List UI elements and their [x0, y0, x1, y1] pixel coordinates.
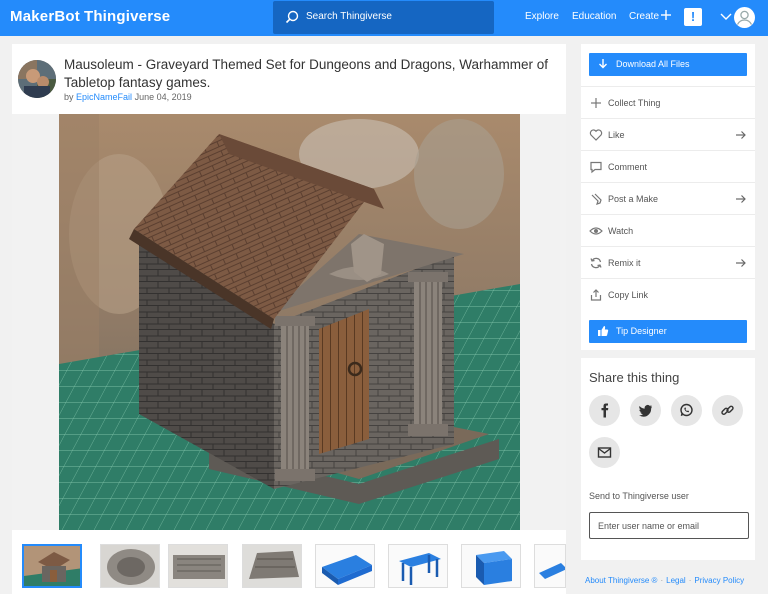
share-email-button[interactable] — [589, 437, 620, 468]
footer-separator: · — [688, 576, 692, 585]
footer-privacy-link[interactable]: Privacy Policy — [694, 576, 744, 585]
collect-thing-button[interactable]: Collect Thing — [581, 86, 755, 118]
comment-icon — [590, 161, 602, 174]
hero-image-mausoleum[interactable] — [59, 114, 520, 530]
footer-legal-link[interactable]: Legal — [666, 576, 686, 585]
image-thumbnail-strip — [12, 540, 566, 594]
heart-icon — [589, 129, 603, 141]
user-avatar-icon[interactable] — [734, 7, 755, 28]
top-navigation-bar: MakerBot Thingiverse Search Thingiverse E… — [0, 0, 768, 36]
download-all-files-button[interactable]: Download All Files — [589, 53, 747, 76]
thumbnail-5-blue-model[interactable] — [315, 544, 375, 588]
footer-links: About Thingiverse ® · Legal · Privacy Policy — [585, 576, 744, 585]
remix-it-label: Remix it — [608, 258, 641, 268]
copy-link-label: Copy Link — [608, 290, 649, 300]
hero-margin-right — [520, 114, 566, 530]
copy-link-icon — [590, 289, 602, 301]
watch-label: Watch — [608, 226, 634, 236]
facebook-icon — [601, 403, 609, 418]
email-icon — [597, 447, 612, 458]
thumbnail-4[interactable] — [242, 544, 302, 588]
thumbnail-6-blue-model[interactable] — [388, 544, 448, 588]
footer-separator: · — [660, 576, 664, 585]
author-avatar[interactable] — [18, 60, 56, 98]
post-make-icon — [591, 193, 602, 205]
share-title: Share this thing — [589, 370, 680, 385]
plus-icon — [591, 98, 601, 108]
send-to-user-label: Send to Thingiverse user — [589, 491, 689, 501]
copy-link-button[interactable]: Copy Link — [581, 278, 755, 310]
comment-label: Comment — [608, 162, 648, 172]
share-whatsapp-button[interactable] — [671, 395, 702, 426]
twitter-icon — [639, 404, 652, 417]
search-icon — [285, 10, 299, 24]
search-bar[interactable]: Search Thingiverse — [273, 1, 494, 34]
download-icon — [599, 59, 607, 69]
nav-explore-link[interactable]: Explore — [525, 11, 559, 22]
arrow-right-icon — [736, 195, 746, 203]
download-all-files-label: Download All Files — [616, 59, 690, 69]
post-a-make-button[interactable]: Post a Make — [581, 182, 755, 214]
hero-margin-left — [12, 114, 59, 530]
whatsapp-icon — [680, 403, 693, 417]
like-button[interactable]: Like — [581, 118, 755, 150]
search-placeholder: Search Thingiverse — [306, 11, 392, 22]
thing-byline: by EpicNameFail June 04, 2019 — [64, 92, 192, 102]
thumbnail-7-blue-model[interactable] — [461, 544, 521, 588]
plus-icon[interactable] — [660, 9, 672, 21]
tip-designer-button[interactable]: Tip Designer — [589, 320, 747, 343]
tip-designer-label: Tip Designer — [616, 326, 667, 336]
thumbnail-8-blue-model[interactable] — [534, 544, 566, 588]
remix-it-button[interactable]: Remix it — [581, 246, 755, 278]
notifications-alert-icon[interactable]: ! — [684, 8, 702, 26]
link-icon — [721, 405, 734, 416]
nav-create-link[interactable]: Create — [629, 11, 659, 22]
byline-by-text: by — [64, 92, 74, 102]
logo-thingiverse-text: Thingiverse — [83, 8, 171, 25]
footer-about-link[interactable]: About Thingiverse ® — [585, 576, 657, 585]
send-to-user-input[interactable] — [589, 512, 749, 539]
share-panel: Share this thing Send to Thingiverse use… — [581, 358, 755, 560]
thing-actions-panel: Download All Files Collect Thing Like Co… — [581, 44, 755, 350]
share-twitter-button[interactable] — [630, 395, 661, 426]
share-facebook-button[interactable] — [589, 395, 620, 426]
comment-button[interactable]: Comment — [581, 150, 755, 182]
share-link-button[interactable] — [712, 395, 743, 426]
thumbnail-3[interactable] — [168, 544, 228, 588]
collect-thing-label: Collect Thing — [608, 98, 661, 108]
author-link[interactable]: EpicNameFail — [76, 92, 132, 102]
post-a-make-label: Post a Make — [608, 194, 659, 204]
thumbnail-2[interactable] — [100, 544, 160, 588]
like-label: Like — [608, 130, 625, 140]
makerbot-thingiverse-logo[interactable]: MakerBot Thingiverse — [10, 8, 170, 25]
remix-icon — [590, 257, 602, 269]
thing-main-card: Mausoleum - Graveyard Themed Set for Dun… — [12, 44, 566, 594]
publish-date: June 04, 2019 — [134, 92, 192, 102]
watch-button[interactable]: Watch — [581, 214, 755, 246]
thing-title: Mausoleum - Graveyard Themed Set for Dun… — [64, 57, 548, 90]
thumbs-up-icon — [598, 326, 609, 336]
logo-makerbot-text: MakerBot — [10, 8, 80, 25]
arrow-right-icon — [736, 131, 746, 139]
nav-education-link[interactable]: Education — [572, 11, 616, 22]
chevron-down-icon[interactable] — [720, 12, 732, 22]
arrow-right-icon — [736, 259, 746, 267]
eye-icon — [589, 227, 603, 235]
thumbnail-1-mausoleum[interactable] — [22, 544, 82, 588]
